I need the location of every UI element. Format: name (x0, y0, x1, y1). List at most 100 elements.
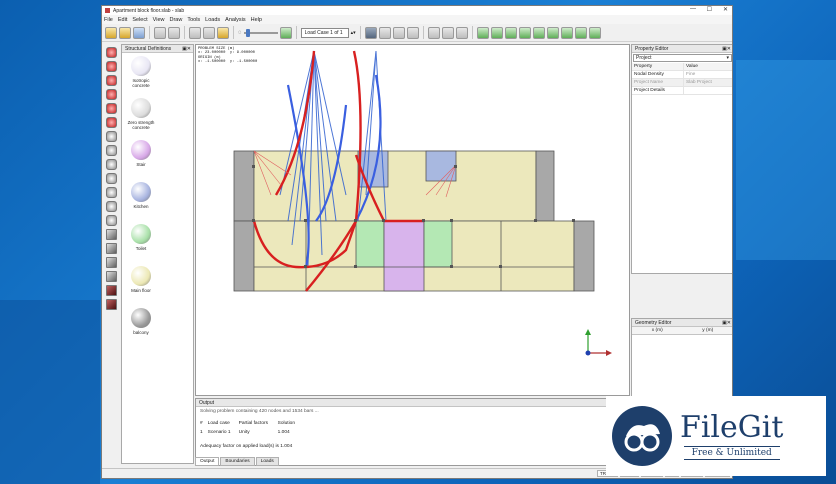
drawing-canvas[interactable]: PROBLEM SIZE (m) x: 23.000000 y: 9.00000… (195, 44, 630, 396)
panel-close-icon[interactable]: ▣✕ (182, 46, 191, 52)
geometry-editor-close-icon[interactable]: ▣✕ (722, 320, 731, 326)
material-swatch-icon (131, 182, 151, 202)
save-button[interactable] (133, 26, 145, 39)
undo-button[interactable] (154, 26, 166, 39)
property-value[interactable]: Fine (684, 72, 732, 77)
menu-edit[interactable]: Edit (118, 17, 127, 23)
col-partial-factors: Partial factors (238, 421, 268, 426)
close-button[interactable]: ✕ (723, 6, 728, 13)
material-item[interactable]: Stair (124, 140, 158, 182)
view-iso-icon[interactable] (105, 285, 117, 296)
view-3d-icon[interactable] (105, 229, 117, 240)
material-label: Toilet (135, 246, 147, 251)
region-balcony-right-bottom (573, 220, 595, 292)
material-item[interactable]: Main floor (124, 266, 158, 308)
material-item[interactable]: Toilet (124, 224, 158, 266)
maximize-button[interactable]: ☐ (707, 6, 712, 13)
property-editor-close-icon[interactable]: ▣✕ (722, 46, 731, 52)
minimize-button[interactable]: — (690, 6, 696, 12)
view-section-icon[interactable] (105, 299, 117, 310)
tool-copy-icon[interactable] (105, 201, 117, 212)
problem-size-readout: PROBLEM SIZE (m) x: 23.000000 y: 9.00000… (198, 47, 258, 64)
menu-view[interactable]: View (153, 17, 165, 23)
region-toilet-1 (355, 220, 385, 268)
tool-mirror-icon[interactable] (105, 187, 117, 198)
material-item[interactable]: Zero strength concrete (124, 98, 158, 140)
run-button[interactable] (203, 26, 215, 39)
material-item[interactable]: Kitchen (124, 182, 158, 224)
menu-draw[interactable]: Draw (169, 17, 182, 23)
menu-analysis[interactable]: Analysis (225, 17, 245, 23)
property-value[interactable]: Slab Project (684, 80, 732, 85)
tool-node-icon[interactable] (105, 47, 117, 58)
property-editor-header: Property Editor ▣✕ (632, 45, 732, 53)
tab-loads[interactable]: Loads (255, 457, 279, 466)
material-label: Zero strength concrete (127, 120, 155, 130)
tool-delete-icon[interactable] (105, 215, 117, 226)
material-swatch-icon (131, 98, 151, 118)
view-side-icon[interactable] (105, 271, 117, 282)
result-button-8[interactable] (574, 26, 587, 39)
load-case-select[interactable]: Load Case 1 of 1 (300, 27, 349, 38)
property-editor-panel: Property Editor ▣✕ Project ▾ Property Va… (631, 44, 732, 274)
property-row: Project Name Slab Project (632, 79, 732, 87)
view-front-icon[interactable] (105, 257, 117, 268)
tab-boundaries[interactable]: Boundaries (220, 457, 255, 466)
tool-support-icon[interactable] (105, 89, 117, 100)
view-button-7[interactable] (455, 26, 468, 39)
stop-button[interactable] (189, 26, 201, 39)
result-button-7[interactable] (560, 26, 573, 39)
material-item[interactable]: Isotropic concrete (124, 56, 158, 98)
menu-select[interactable]: Select (132, 17, 147, 23)
window-title: Apartment block floor.slab - slab (113, 7, 185, 14)
tool-edge-icon[interactable] (105, 61, 117, 72)
open-file-button[interactable] (119, 26, 131, 39)
filegit-tagline: Free & Unlimited (683, 446, 780, 460)
axis-gizmo (585, 329, 612, 356)
tool-region-icon[interactable] (105, 75, 117, 86)
view-button-5[interactable] (427, 26, 440, 39)
tool-move-icon[interactable] (105, 145, 117, 156)
menu-loads[interactable]: Loads (205, 17, 220, 23)
redo-button[interactable] (168, 26, 180, 39)
result-button-6[interactable] (546, 26, 559, 39)
property-key: Project Name (632, 79, 684, 86)
property-row: Nodal Density Fine (632, 71, 732, 79)
view-top-icon[interactable] (105, 243, 117, 254)
view-button-1[interactable] (364, 26, 377, 39)
view-button-4[interactable] (406, 26, 419, 39)
tool-scale-icon[interactable] (105, 173, 117, 184)
result-button-4[interactable] (518, 26, 531, 39)
material-swatch-icon (131, 56, 151, 76)
desktop-glow (736, 60, 836, 260)
result-button-9[interactable] (588, 26, 601, 39)
load-case-stepper[interactable]: ▴▾ (351, 30, 356, 36)
settings-button[interactable] (217, 26, 229, 39)
view-button-6[interactable] (441, 26, 454, 39)
material-label: Main floor (131, 288, 151, 293)
property-object-select[interactable]: Project ▾ (633, 54, 732, 62)
col-number: # (200, 421, 203, 426)
analyse-button[interactable] (279, 26, 292, 39)
region-balcony-left-bottom (233, 220, 255, 292)
new-file-button[interactable] (105, 26, 117, 39)
zoom-slider[interactable] (243, 28, 278, 37)
material-item[interactable]: balcony (124, 308, 158, 350)
view-button-3[interactable] (392, 26, 405, 39)
menu-help[interactable]: Help (251, 17, 262, 23)
tool-rotate-icon[interactable] (105, 159, 117, 170)
result-button-3[interactable] (504, 26, 517, 39)
result-button-1[interactable] (476, 26, 489, 39)
property-header: Property (632, 63, 684, 70)
col-solution: Solution (277, 421, 296, 426)
menu-tools[interactable]: Tools (187, 17, 200, 23)
tab-output[interactable]: Output (195, 457, 220, 466)
result-button-2[interactable] (490, 26, 503, 39)
tool-select-icon[interactable] (105, 131, 117, 142)
view-button-2[interactable] (378, 26, 391, 39)
tool-line-load-icon[interactable] (105, 117, 117, 128)
tool-load-icon[interactable] (105, 103, 117, 114)
menu-file[interactable]: File (104, 17, 113, 23)
title-bar: Apartment block floor.slab - slab — ☐ ✕ (102, 6, 732, 15)
result-button-5[interactable] (532, 26, 545, 39)
